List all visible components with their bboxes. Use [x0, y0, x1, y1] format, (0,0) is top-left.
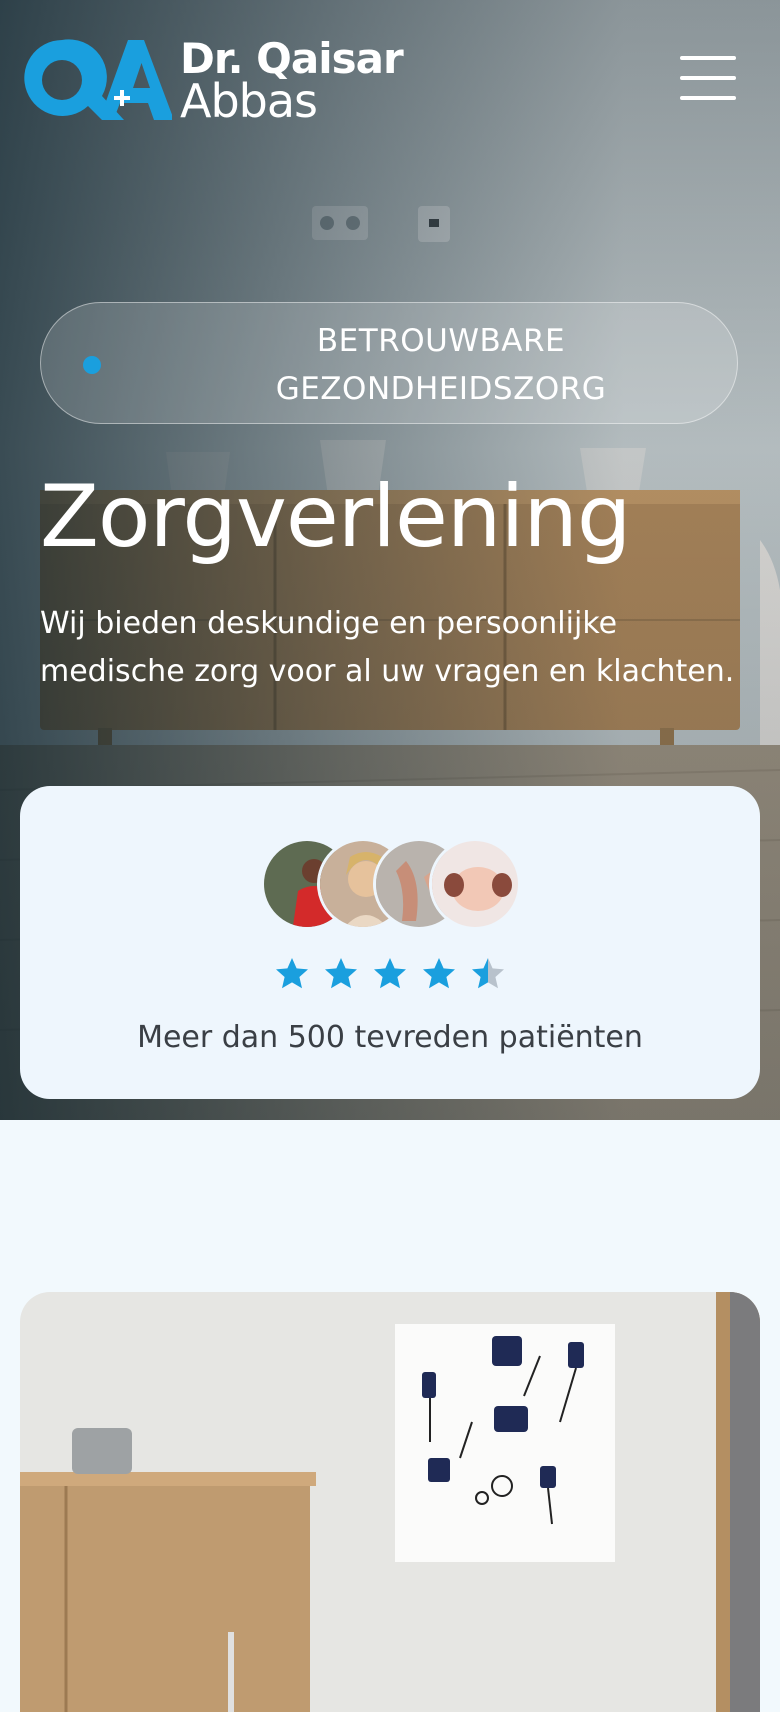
page-title: Zorgverlening — [40, 467, 631, 567]
star-icon — [276, 958, 308, 989]
star-icon — [472, 958, 504, 989]
brand-logo[interactable]: Dr. Qaisar Abbas — [22, 38, 404, 128]
brand-name: Dr. Qaisar Abbas — [180, 38, 404, 128]
rating-card: Meer dan 500 tevreden patiënten — [20, 786, 760, 1099]
badge-dot-icon — [83, 356, 101, 374]
star-icon — [325, 958, 357, 989]
practice-room-image — [20, 1292, 760, 1712]
menu-bar — [680, 96, 736, 100]
hamburger-menu-icon[interactable] — [674, 50, 740, 106]
star-rating — [274, 956, 554, 1000]
badge-label: BETROUWBARE GEZONDHEIDSZORG — [275, 323, 607, 407]
menu-bar — [680, 76, 736, 80]
qa-logo-icon — [24, 39, 172, 120]
hero-section: Dr. Qaisar Abbas BETROUWBARE GEZONDHEIDS… — [0, 0, 780, 1120]
rating-label: Meer dan 500 tevreden patiënten — [137, 1020, 643, 1055]
menu-bar — [680, 56, 736, 60]
trust-badge: BETROUWBARE GEZONDHEIDSZORG — [40, 302, 738, 424]
hero-subtitle: Wij bieden deskundige en persoonlijke me… — [40, 606, 735, 689]
brand-name-line2: Abbas — [180, 74, 318, 128]
avatar — [429, 838, 521, 930]
patient-avatars — [261, 838, 541, 930]
star-icon — [374, 958, 406, 989]
star-icon — [423, 958, 455, 989]
